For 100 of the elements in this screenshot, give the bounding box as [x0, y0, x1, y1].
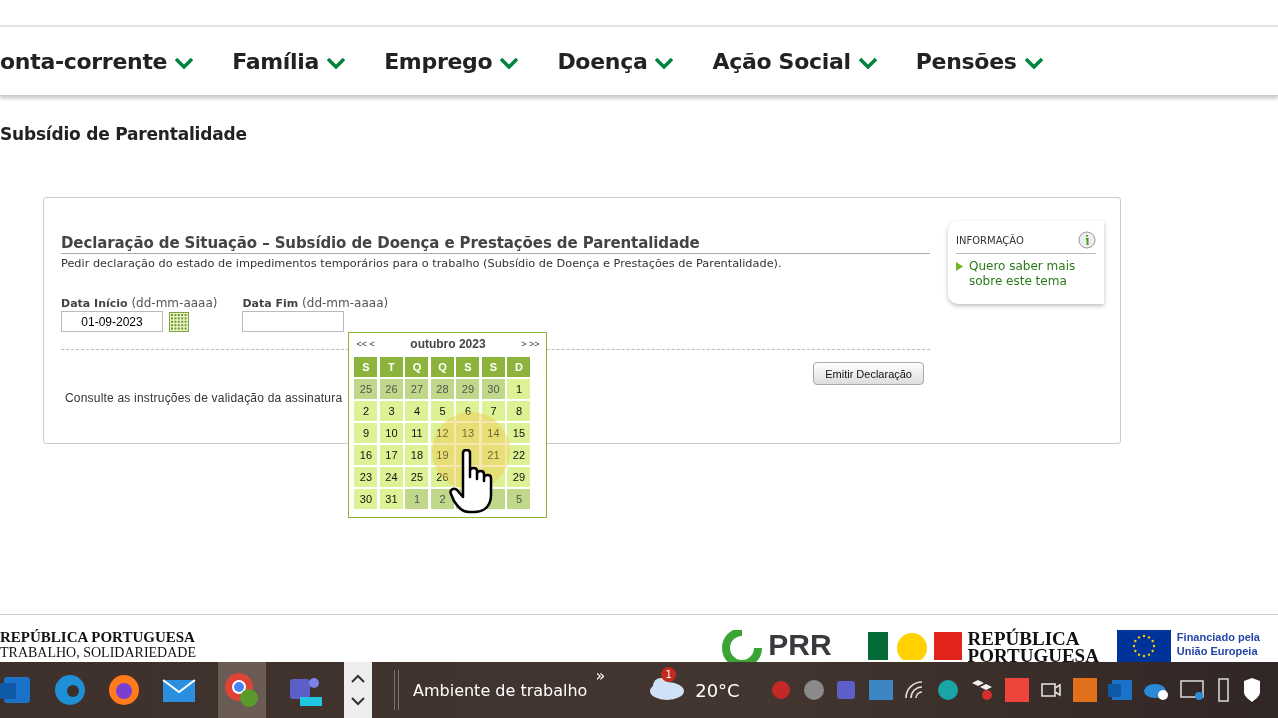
calendar-icon[interactable]: [169, 311, 189, 332]
calendar-day[interactable]: 24: [380, 467, 403, 487]
nav-menu-item[interactable]: Família: [232, 48, 347, 74]
eu-funding-text: União Europeia: [1176, 644, 1259, 658]
prr-logo-text: PRR: [768, 630, 832, 660]
app-icon[interactable]: [1072, 678, 1097, 702]
calendar-day[interactable]: 13: [456, 423, 480, 443]
recycle-logo-icon: [722, 630, 763, 662]
calendar-day[interactable]: 15: [507, 423, 531, 443]
browser-icon[interactable]: [54, 674, 86, 706]
weekday-header: S: [456, 357, 480, 377]
browser-icon[interactable]: [218, 662, 266, 718]
calendar-day[interactable]: 29: [456, 379, 480, 399]
calendar-day[interactable]: 21: [482, 445, 505, 465]
triangle-bullet-icon: [956, 262, 963, 271]
calendar-day[interactable]: 26: [431, 467, 454, 487]
chevron-down-icon[interactable]: [351, 697, 365, 706]
notification-badge: 1: [661, 667, 677, 682]
weekday-header: T: [380, 357, 403, 377]
chevron-down-icon: [1023, 56, 1044, 69]
calendar-day[interactable]: 16: [354, 445, 378, 465]
desktop-toolbar-label[interactable]: Ambiente de trabalho: [413, 680, 588, 700]
month-title: outubro 2023: [410, 336, 486, 351]
nav-menu-item[interactable]: Pensões: [915, 48, 1044, 74]
more-info-link[interactable]: Quero saber mais sobre este tema: [969, 259, 1096, 289]
mail-icon[interactable]: [162, 676, 196, 704]
calendar-day[interactable]: 25: [405, 467, 429, 487]
calendar-day[interactable]: 23: [354, 467, 378, 487]
calendar-day[interactable]: 2: [431, 489, 454, 509]
field-label: Data Fim (dd-mm-aaaa): [242, 296, 389, 310]
previous-month-link[interactable]: <: [369, 338, 375, 349]
calendar-day[interactable]: 25: [354, 379, 378, 399]
calendar-day[interactable]: 29: [507, 467, 531, 487]
antivirus-icon[interactable]: [936, 679, 959, 701]
remote-desktop-icon[interactable]: [1004, 678, 1029, 702]
calendar-day[interactable]: 30: [482, 379, 505, 399]
calendar-day[interactable]: 3: [380, 401, 403, 421]
shield-icon[interactable]: [1243, 678, 1260, 702]
toolbar-expand-button[interactable]: »: [595, 666, 606, 685]
calendar-day[interactable]: 2: [354, 401, 378, 421]
weekday-header: S: [354, 357, 378, 377]
start-date-field[interactable]: 01-09-2023: [61, 311, 163, 332]
temperature-text[interactable]: 20°C: [695, 679, 740, 701]
previous-year-link[interactable]: <<: [356, 338, 367, 349]
calendar-day[interactable]: 28: [431, 379, 454, 399]
next-year-link[interactable]: >>: [528, 338, 540, 349]
app-icon[interactable]: [868, 680, 893, 700]
calendar-day[interactable]: 4: [405, 401, 429, 421]
chevron-down-icon: [499, 56, 520, 69]
mail-app-icon[interactable]: [0, 675, 32, 705]
calendar-day[interactable]: 17: [380, 445, 403, 465]
flag-shapes-icon: [867, 630, 962, 660]
calendar-day[interactable]: 7: [482, 401, 505, 421]
chevron-up-icon[interactable]: [351, 674, 365, 683]
calendar-day[interactable]: 31: [380, 489, 403, 509]
nav-menu-item[interactable]: onta-corrente: [0, 48, 195, 74]
next-month-link[interactable]: >: [521, 338, 527, 349]
issue-declaration-button[interactable]: Emitir Declaração: [813, 362, 924, 385]
weekday-header: D: [507, 357, 531, 377]
calendar-day[interactable]: 5: [431, 401, 454, 421]
calendar-day[interactable]: 1: [507, 379, 531, 399]
calendar-day[interactable]: 26: [380, 379, 403, 399]
calendar-day[interactable]: 11: [405, 423, 429, 443]
calendar-day[interactable]: 14: [482, 423, 505, 443]
chevron-down-icon: [654, 56, 675, 69]
browser-icon[interactable]: [108, 674, 140, 706]
nav-menu-item[interactable]: Ação Social: [712, 48, 878, 74]
end-date-field[interactable]: [242, 311, 345, 332]
weekday-header: Q: [431, 357, 454, 377]
s-circle-icon[interactable]: [802, 679, 825, 701]
republic-text: PORTUGUESA: [967, 647, 1099, 662]
field-label: Data Início (dd-mm-aaaa): [61, 296, 218, 310]
form-title: Declaração de Situação – Subsídio de Doença e Prestações de Parentalidade: [61, 234, 930, 254]
weekday-header: S: [482, 357, 505, 377]
calendar-day[interactable]: 8: [507, 401, 531, 421]
chevron-down-icon: [857, 56, 878, 69]
calendar-day[interactable]: 9: [354, 423, 378, 443]
camera-icon[interactable]: [1039, 680, 1062, 700]
weekday-header: Q: [405, 357, 429, 377]
calendar-day[interactable]: 5: [507, 489, 531, 509]
validation-note: Consulte as instruções de validação da assinatura: [65, 391, 344, 405]
calendar-day[interactable]: 12: [431, 423, 454, 443]
calendar-day[interactable]: 18: [405, 445, 429, 465]
info-icon: [1078, 231, 1096, 249]
footer-subtitle: TRABALHO, SOLIDARIEDADE: [0, 645, 196, 660]
form-description: Pedir declaração do estado de impedimentos temporários para o trabalho (Subsídio de Doença e Prestações de Parentalidade).: [61, 257, 783, 270]
sync-display-icon[interactable]: [1179, 678, 1204, 702]
calendar-day[interactable]: 1: [405, 489, 429, 509]
calendar-day[interactable]: 19: [431, 445, 454, 465]
calendar-day[interactable]: 27: [405, 379, 429, 399]
nav-menu-item[interactable]: Emprego: [384, 48, 520, 74]
mail-app-icon[interactable]: [1107, 679, 1132, 701]
calendar-day[interactable]: 6: [456, 401, 480, 421]
eu-funding-text: Financiado pela: [1176, 630, 1260, 644]
calendar-day[interactable]: 10: [380, 423, 403, 443]
calendar-day[interactable]: 22: [507, 445, 531, 465]
republic-text: REPÚBLICA: [967, 630, 1081, 647]
nav-menu-item[interactable]: Doença: [557, 48, 675, 74]
eu-flag-icon: [1116, 630, 1171, 662]
calendar-day[interactable]: 30: [354, 489, 378, 509]
